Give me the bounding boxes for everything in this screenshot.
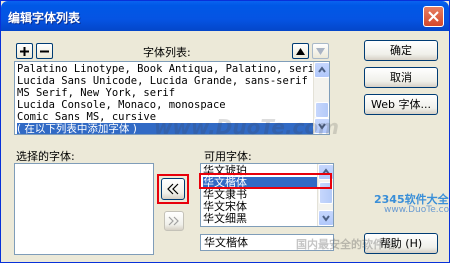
minus-icon	[40, 50, 49, 53]
font-list-item[interactable]: Lucida Console, Monaco, monospace	[17, 99, 226, 111]
move-up-button[interactable]	[292, 43, 309, 59]
font-list-item[interactable]: MS Serif, New York, serif	[17, 87, 175, 99]
close-icon	[428, 11, 439, 22]
plus-icon	[20, 47, 29, 56]
available-font-item[interactable]: 华文细黑	[203, 213, 247, 225]
double-chevron-right-icon	[168, 216, 179, 226]
chevron-up-icon	[318, 66, 326, 73]
selected-fonts-label: 选择的字体:	[16, 150, 75, 163]
watermark-text: www.DuoTe.com	[154, 115, 339, 139]
selected-fonts-list[interactable]	[14, 163, 154, 255]
close-button[interactable]	[423, 6, 444, 27]
dialog-title: 编辑字体列表	[8, 11, 81, 25]
chevron-down-icon	[322, 215, 330, 222]
scroll-up-button[interactable]	[314, 62, 329, 78]
scroll-down-button[interactable]	[318, 210, 333, 226]
cancel-button[interactable]: 取消	[364, 67, 438, 88]
edit-font-list-dialog: 编辑字体列表 字体列表: Palatino Linotype, Book Ant…	[0, 0, 450, 263]
dialog-body: 字体列表: Palatino Linotype, Book Antiqua, P…	[4, 31, 450, 261]
web-fonts-button[interactable]: Web 字体...	[364, 94, 438, 115]
add-font-button[interactable]	[16, 43, 33, 59]
watermark-slogan: 国内最安全的软件站	[296, 238, 395, 251]
highlight-box	[157, 174, 189, 204]
remove-font-button[interactable]	[36, 43, 53, 59]
triangle-up-icon	[296, 48, 305, 55]
available-fonts-label: 可用字体:	[204, 150, 252, 163]
title-bar: 编辑字体列表	[1, 1, 449, 31]
remove-from-selected-button[interactable]	[164, 211, 184, 231]
font-list-item[interactable]: Comic Sans MS, cursive	[17, 111, 156, 123]
ok-button[interactable]: 确定	[364, 40, 438, 61]
move-down-button[interactable]	[312, 43, 329, 59]
triangle-down-icon	[316, 48, 325, 55]
highlight-box	[199, 173, 332, 189]
font-list-item[interactable]: Lucida Sans Unicode, Lucida Grande, sans…	[17, 75, 308, 87]
font-list-label: 字体列表:	[143, 46, 191, 59]
watermark-logo-url: www.DuoTe.com	[384, 205, 450, 215]
font-list-item[interactable]: Palatino Linotype, Book Antiqua, Palatin…	[17, 63, 320, 75]
